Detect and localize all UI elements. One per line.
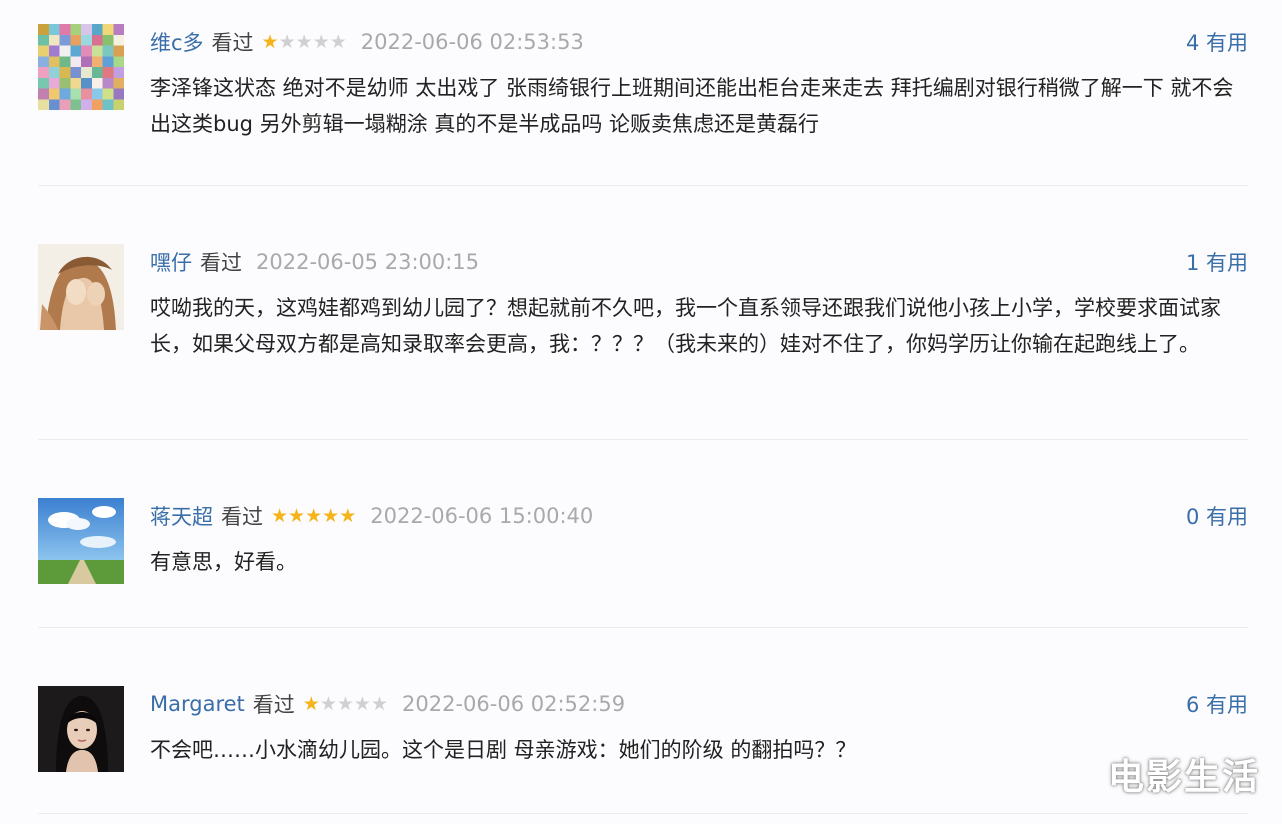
watched-status: 看过 bbox=[221, 505, 263, 529]
useful-votes-button[interactable]: 1 有用 bbox=[1186, 247, 1248, 277]
star-empty-icon: ★ bbox=[295, 31, 313, 53]
star-empty-icon: ★ bbox=[329, 31, 347, 53]
comment-text: 不会吧……小水滴幼儿园。这个是日剧 母亲游戏：她们的阶级 的翻拍吗？？ bbox=[150, 738, 857, 762]
avatar[interactable] bbox=[38, 244, 124, 330]
comment-header: 蒋天超 看过 ★★★★★ 2022-06-06 15:00:40 0 有用 bbox=[150, 498, 1248, 534]
comment-text: 李泽锋这状态 绝对不是幼师 太出戏了 张雨绮银行上班期间还能出柜台走来走去 拜托… bbox=[150, 76, 1234, 136]
username-link[interactable]: 维c多 bbox=[150, 27, 204, 57]
star-empty-icon: ★ bbox=[312, 31, 330, 53]
star-filled-icon: ★ bbox=[339, 505, 357, 527]
watermark: 电影生活 bbox=[1107, 757, 1260, 798]
avatar[interactable] bbox=[38, 24, 124, 110]
comment-text: 哎呦我的天，这鸡娃都鸡到幼儿园了？想起就前不久吧，我一个直系领导还跟我们说他小孩… bbox=[150, 296, 1221, 356]
star-filled-icon: ★ bbox=[271, 505, 289, 527]
comment-date: 2022-06-06 02:52:59 bbox=[402, 692, 626, 716]
divider bbox=[38, 813, 1248, 814]
divider bbox=[38, 439, 1248, 440]
star-empty-icon: ★ bbox=[319, 693, 337, 715]
username-link[interactable]: 嘿仔 bbox=[150, 247, 192, 277]
comment-text: 有意思，好看。 bbox=[150, 550, 297, 574]
useful-votes-button[interactable]: 0 有用 bbox=[1186, 501, 1248, 531]
watched-status: 看过 bbox=[252, 693, 295, 717]
star-empty-icon: ★ bbox=[336, 693, 354, 715]
divider bbox=[38, 627, 1248, 628]
star-filled-icon: ★ bbox=[322, 505, 340, 527]
rating-stars: ★★★★★ bbox=[262, 31, 347, 53]
comment-header: Margaret 看过 ★★★★★ 2022-06-06 02:52:59 6 … bbox=[150, 686, 1248, 722]
star-filled-icon: ★ bbox=[261, 31, 279, 53]
comment-header: 维c多 看过 ★★★★★ 2022-06-06 02:53:53 4 有用 bbox=[150, 24, 1248, 60]
avatar[interactable] bbox=[38, 498, 124, 584]
username-link[interactable]: Margaret bbox=[150, 692, 245, 716]
username-link[interactable]: 蒋天超 bbox=[150, 501, 213, 531]
star-filled-icon: ★ bbox=[288, 505, 306, 527]
watched-status: 看过 bbox=[200, 251, 242, 275]
star-empty-icon: ★ bbox=[278, 31, 296, 53]
watched-status: 看过 bbox=[211, 31, 254, 55]
star-empty-icon: ★ bbox=[353, 693, 371, 715]
useful-votes-button[interactable]: 4 有用 bbox=[1186, 27, 1248, 57]
star-empty-icon: ★ bbox=[370, 693, 389, 715]
star-filled-icon: ★ bbox=[305, 505, 323, 527]
avatar[interactable] bbox=[38, 686, 124, 772]
divider bbox=[38, 185, 1248, 186]
rating-stars: ★★★★★ bbox=[271, 505, 356, 527]
comment-date: 2022-06-06 15:00:40 bbox=[370, 504, 594, 528]
comment-date: 2022-06-06 02:53:53 bbox=[360, 30, 584, 54]
comment-date: 2022-06-05 23:00:15 bbox=[256, 250, 480, 274]
useful-votes-button[interactable]: 6 有用 bbox=[1186, 689, 1248, 719]
star-filled-icon: ★ bbox=[302, 693, 320, 715]
rating-stars: ★★★★★ bbox=[303, 693, 388, 715]
comment-header: 嘿仔 看过 2022-06-05 23:00:15 1 有用 bbox=[150, 244, 1248, 280]
